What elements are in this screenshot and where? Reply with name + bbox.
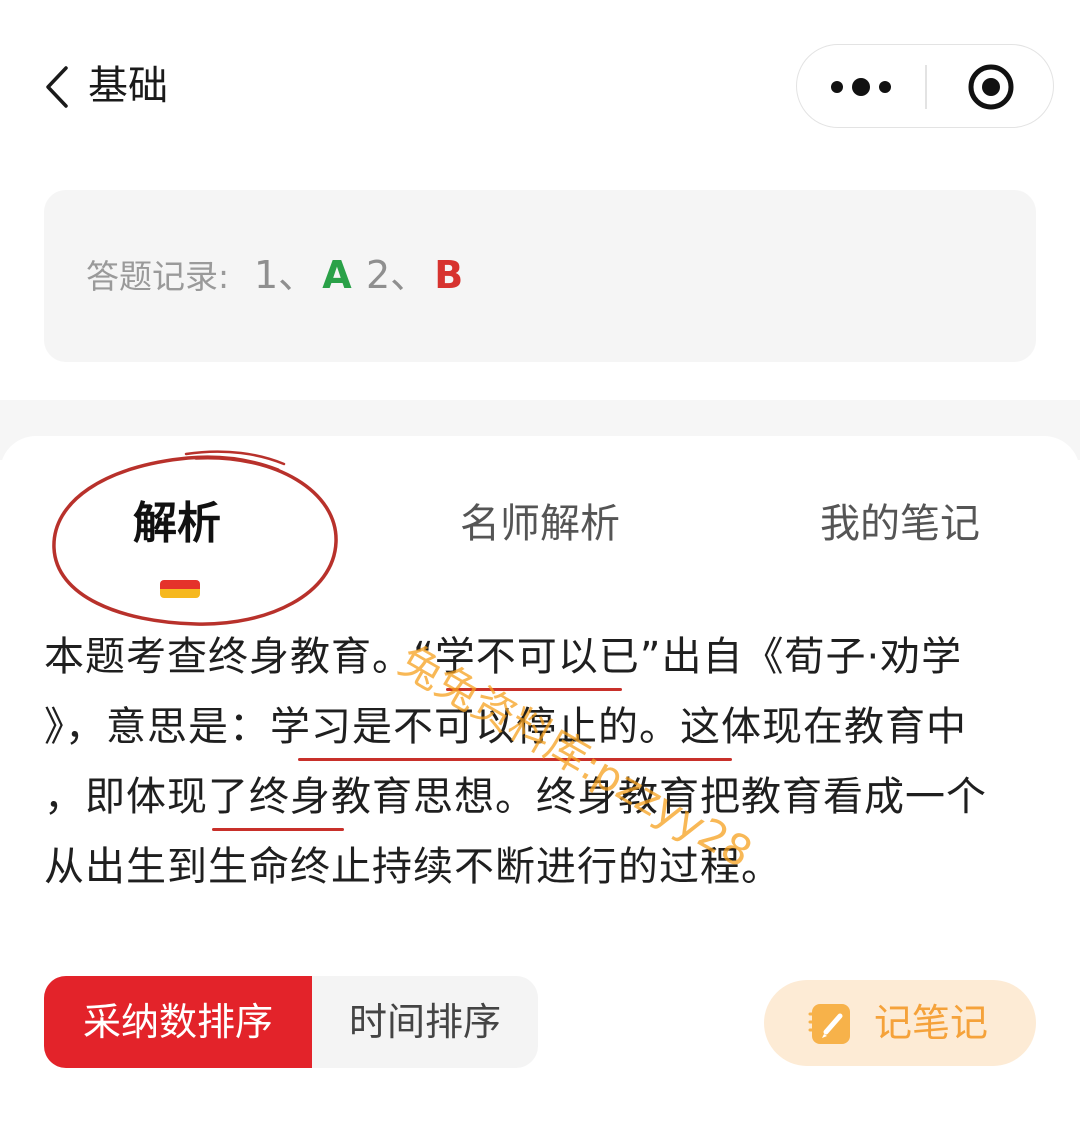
underline-annotation (446, 688, 622, 691)
tab-teacher-analysis[interactable]: 名师解析 (460, 496, 620, 552)
analysis-line: ，即体现了终身教育思想。终身教育把教育看成一个 (44, 774, 987, 820)
active-tab-indicator (160, 580, 200, 598)
analysis-line: 》，意思是：学习是不可以停止的。这体现在教育中 (44, 704, 967, 750)
chevron-left-icon (46, 66, 68, 108)
answer-record-label: 答题记录: (86, 257, 230, 296)
sort-by-adoption-button[interactable]: 采纳数排序 (44, 976, 312, 1068)
sort-by-time-button[interactable]: 时间排序 (312, 976, 538, 1068)
sort-toggle: 采纳数排序 时间排序 (44, 976, 538, 1068)
tab-my-notes[interactable]: 我的笔记 (820, 496, 980, 552)
analysis-line: 从出生到生命终止持续不断进行的过程。 (44, 844, 782, 890)
back-button[interactable] (40, 62, 80, 112)
answer-record-item[interactable]: 1、 A (254, 250, 352, 300)
record-answer-correct: A (322, 253, 352, 297)
take-note-label: 记笔记 (874, 1001, 989, 1045)
record-target-icon[interactable] (967, 63, 1015, 111)
underline-annotation (212, 828, 344, 831)
answer-record-item[interactable]: 2、 B (366, 250, 463, 300)
take-note-button[interactable]: 记笔记 (764, 980, 1036, 1066)
analysis-text: 本题考查终身教育。“学不可以已”出自《荀子·劝学 》，意思是：学习是不可以停止的… (44, 622, 1040, 902)
mini-program-capsule (796, 44, 1054, 128)
page-title: 基础 (88, 63, 168, 109)
answer-record-card: 答题记录: 1、 A 2、 B (44, 190, 1036, 362)
underline-annotation (298, 758, 732, 761)
tab-analysis[interactable]: 解析 (133, 496, 221, 552)
edit-note-icon (808, 998, 856, 1048)
capsule-divider (925, 65, 927, 109)
analysis-line: 本题考查终身教育。“学不可以已”出自《荀子·劝学 (44, 634, 963, 680)
record-number: 1、 (254, 253, 317, 297)
more-dots-icon[interactable] (827, 75, 897, 99)
record-answer-wrong: B (434, 253, 464, 297)
record-number: 2、 (366, 253, 429, 297)
